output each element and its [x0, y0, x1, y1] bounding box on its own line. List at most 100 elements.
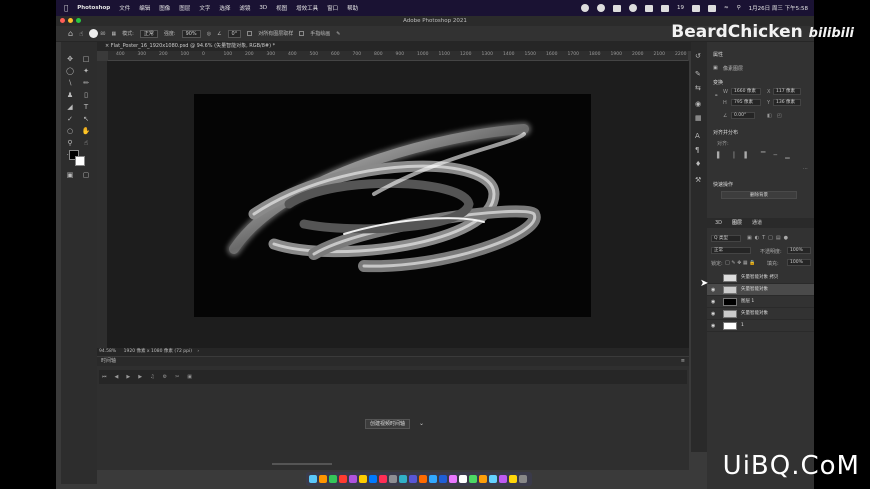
mode-select[interactable]: 正常 — [139, 29, 158, 38]
status-arrow-icon[interactable]: › — [197, 349, 199, 354]
align-right-icon[interactable]: ▐ — [742, 152, 747, 159]
opacity-field[interactable]: 100% — [787, 247, 811, 254]
remove-background-button[interactable]: 删除背景 — [721, 191, 797, 199]
menu-view[interactable]: 视图 — [276, 4, 287, 12]
hand-tool-icon[interactable]: ✋ — [80, 126, 92, 136]
finger-paint-checkbox[interactable] — [299, 31, 305, 36]
type-tool-icon[interactable]: T — [80, 102, 92, 112]
record-icon[interactable] — [581, 4, 589, 12]
timeline-dropdown-icon[interactable]: ⌄ — [419, 420, 424, 427]
dock-app-icon[interactable] — [379, 475, 387, 483]
dock-app-icon[interactable] — [319, 475, 327, 483]
history-icon[interactable]: ↺ — [695, 52, 701, 60]
magic-wand-icon[interactable]: ✦ — [80, 66, 92, 76]
tools-icon[interactable]: ⚒ — [695, 176, 701, 184]
dock-app-icon[interactable] — [359, 475, 367, 483]
color-icon[interactable]: ◉ — [695, 100, 701, 108]
glyphs-icon[interactable]: ♦ — [695, 160, 701, 168]
zoom-level[interactable]: 94.58% — [99, 349, 116, 354]
filter-shape-icon[interactable]: □ — [768, 235, 773, 241]
smudge-tool-icon[interactable]: ☝ — [79, 30, 83, 38]
document-tab[interactable]: × Flat_Poster_16_1920x1080.psd @ 94.6% (… — [97, 42, 697, 51]
dock-app-icon[interactable] — [489, 475, 497, 483]
adjust-icon[interactable]: ⇆ — [695, 84, 701, 92]
align-center-v-icon[interactable]: ─ — [774, 152, 778, 159]
menu-filter[interactable]: 滤镜 — [239, 4, 250, 12]
dock-app-icon[interactable] — [419, 475, 427, 483]
brush-settings-panel-icon[interactable]: ✎ — [695, 70, 701, 78]
split-icon[interactable]: ✂ — [175, 374, 179, 380]
audio-icon[interactable]: ♫ — [150, 374, 154, 380]
settings-icon[interactable]: ⚙ — [163, 374, 167, 380]
dock-app-icon[interactable] — [469, 475, 477, 483]
menu-help[interactable]: 帮助 — [347, 4, 358, 12]
dock-app-icon[interactable] — [449, 475, 457, 483]
menu-3d[interactable]: 3D — [259, 5, 267, 11]
dock-app-icon[interactable] — [399, 475, 407, 483]
dock-app-icon[interactable] — [309, 475, 317, 483]
menu-select[interactable]: 选择 — [219, 4, 230, 12]
rotation-field[interactable]: 0.00° — [731, 112, 755, 119]
layer-row[interactable]: 矢量智能对象 拷贝 — [707, 272, 814, 284]
window-icon[interactable] — [645, 4, 653, 12]
ellipse-tool-icon[interactable]: ○ — [64, 126, 76, 136]
path-select-icon[interactable]: ↖ — [80, 114, 92, 124]
visibility-eye-icon[interactable]: ◉ — [711, 320, 715, 332]
quick-mask-icon[interactable]: ▣ — [64, 170, 76, 180]
dock-app-icon[interactable] — [519, 475, 527, 483]
more-options-icon[interactable]: ··· — [803, 166, 808, 172]
lasso-tool-icon[interactable]: ◯ — [64, 66, 76, 76]
dock-app-icon[interactable] — [509, 475, 517, 483]
keyboard-icon[interactable] — [661, 4, 669, 12]
search-icon[interactable]: ⚲ — [737, 5, 741, 11]
minimize-window-button[interactable] — [68, 18, 73, 23]
filter-type-icon[interactable]: T — [762, 235, 765, 241]
link-icon[interactable]: ⚭ — [714, 93, 718, 99]
timeline-menu-icon[interactable]: ≡ — [681, 357, 685, 366]
layer-row[interactable]: ◉ 矢量智能对象 — [707, 308, 814, 320]
width-field[interactable]: 1660 像素 — [731, 88, 761, 95]
zoom-slider[interactable] — [272, 463, 332, 465]
menu-window[interactable]: 窗口 — [327, 4, 338, 12]
display-icon[interactable] — [692, 4, 700, 12]
wifi-icon[interactable]: ≈ — [724, 5, 729, 11]
eraser-tool-icon[interactable]: ▯ — [80, 90, 92, 100]
align-left-icon[interactable]: ▌ — [717, 152, 722, 159]
status-icon[interactable] — [597, 4, 605, 12]
background-color-swatch[interactable] — [75, 156, 85, 166]
layer-row[interactable]: ◉ 图层 1 — [707, 296, 814, 308]
blend-mode-select[interactable]: 正常 — [711, 247, 751, 254]
smudge-icon[interactable]: ☝ — [80, 138, 92, 148]
filter-toggle-icon[interactable]: ● — [784, 235, 788, 241]
zoom-tool-icon[interactable]: ⚲ — [64, 138, 76, 148]
strength-input[interactable]: 90% — [181, 29, 201, 38]
layer-row-selected[interactable]: ◉ 矢量智能对象 — [707, 284, 814, 296]
document-canvas[interactable] — [194, 94, 591, 317]
align-center-h-icon[interactable]: ▕ — [730, 152, 735, 159]
maximize-window-button[interactable] — [76, 18, 81, 23]
angle-input[interactable]: 0° — [227, 29, 242, 38]
dock-app-icon[interactable] — [339, 475, 347, 483]
brush-tool-icon[interactable]: ✏ — [80, 78, 92, 88]
character-icon[interactable]: A — [695, 132, 700, 140]
visibility-eye-icon[interactable]: ◉ — [711, 308, 715, 320]
screen-mode-icon[interactable]: ▢ — [80, 170, 92, 180]
dock-app-icon[interactable] — [439, 475, 447, 483]
dock-app-icon[interactable] — [389, 475, 397, 483]
align-top-icon[interactable]: ▔ — [761, 152, 766, 159]
align-bottom-icon[interactable]: ▁ — [785, 152, 790, 159]
dock-app-icon[interactable] — [409, 475, 417, 483]
tab-layers[interactable]: 图层 — [732, 218, 742, 228]
paragraph-icon[interactable]: ¶ — [695, 146, 699, 154]
dock-app-icon[interactable] — [349, 475, 357, 483]
sample-all-checkbox[interactable] — [247, 31, 253, 36]
create-video-timeline-button[interactable]: 创建视频时间轴 — [365, 419, 411, 429]
stamp-tool-icon[interactable]: ♟ — [64, 90, 76, 100]
next-frame-icon[interactable]: ▶ — [138, 374, 142, 380]
tab-3d[interactable]: 3D — [715, 218, 722, 228]
menu-edit[interactable]: 编辑 — [139, 4, 150, 12]
layer-row[interactable]: ◉ 1 — [707, 320, 814, 332]
dock-app-icon[interactable] — [329, 475, 337, 483]
close-window-button[interactable] — [60, 18, 65, 23]
share-icon[interactable] — [629, 4, 637, 12]
